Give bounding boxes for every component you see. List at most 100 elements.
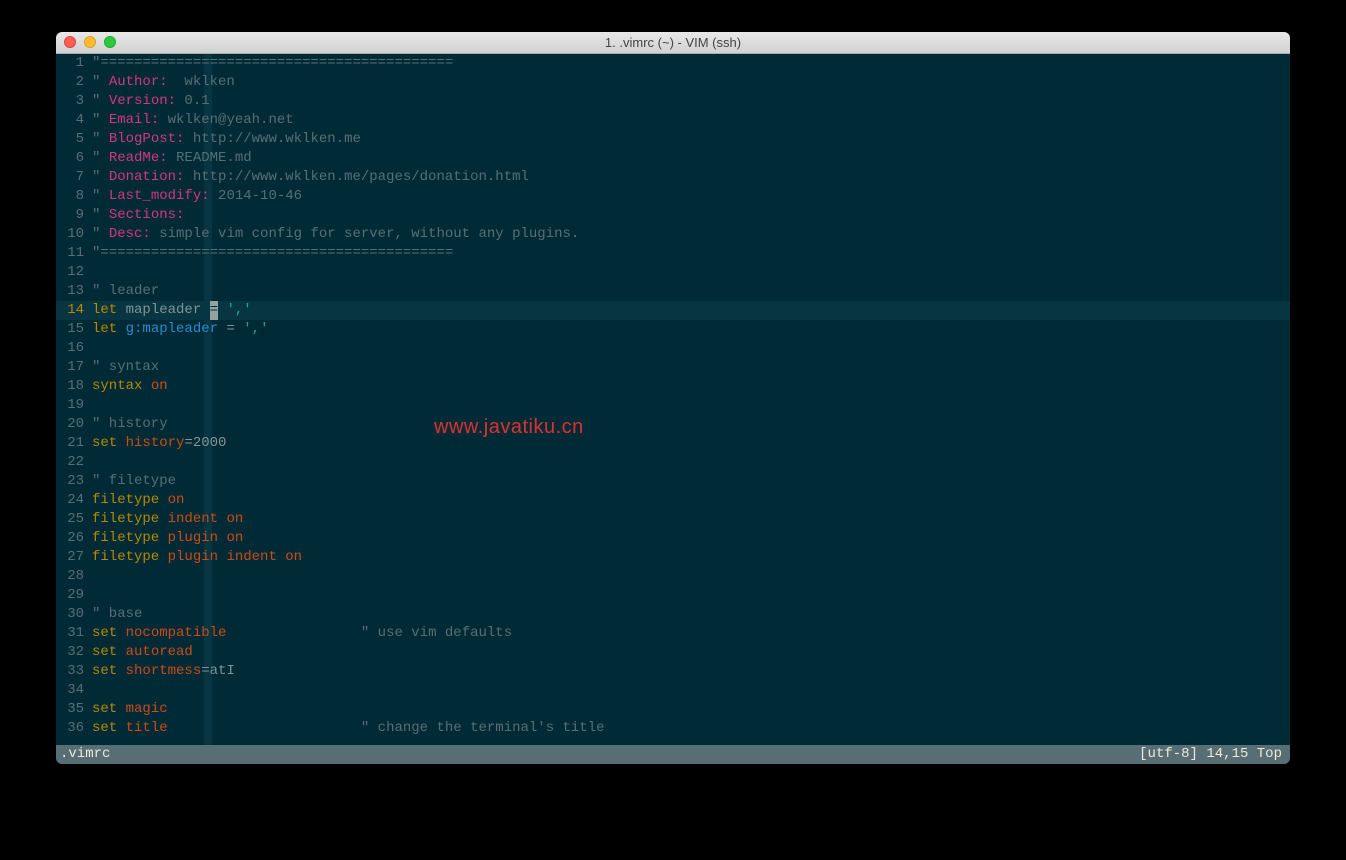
code-line[interactable]: 11"=====================================… bbox=[56, 244, 1290, 263]
code-line[interactable]: 6" ReadMe: README.md bbox=[56, 149, 1290, 168]
code-content: filetype plugin on bbox=[88, 529, 243, 548]
line-number: 29 bbox=[56, 586, 88, 605]
code-line[interactable]: 17" syntax bbox=[56, 358, 1290, 377]
code-content: set magic bbox=[88, 700, 168, 719]
close-icon[interactable] bbox=[64, 36, 76, 48]
code-line[interactable]: 25filetype indent on bbox=[56, 510, 1290, 529]
code-line[interactable]: 23" filetype bbox=[56, 472, 1290, 491]
code-line[interactable]: 12 bbox=[56, 263, 1290, 282]
code-content: " syntax bbox=[88, 358, 159, 377]
line-number: 18 bbox=[56, 377, 88, 396]
line-number: 9 bbox=[56, 206, 88, 225]
code-content: " Sections: bbox=[88, 206, 184, 225]
line-number: 20 bbox=[56, 415, 88, 434]
line-number: 28 bbox=[56, 567, 88, 586]
line-number: 27 bbox=[56, 548, 88, 567]
code-line[interactable]: 35set magic bbox=[56, 700, 1290, 719]
line-number: 11 bbox=[56, 244, 88, 263]
line-number: 6 bbox=[56, 149, 88, 168]
titlebar: 1. .vimrc (~) - VIM (ssh) bbox=[56, 32, 1290, 54]
terminal-window: 1. .vimrc (~) - VIM (ssh) 1"============… bbox=[56, 32, 1290, 764]
code-content: set shortmess=atI bbox=[88, 662, 235, 681]
status-filename: .vimrc bbox=[60, 745, 1139, 764]
minimize-icon[interactable] bbox=[84, 36, 96, 48]
line-number: 16 bbox=[56, 339, 88, 358]
code-line[interactable]: 1"======================================… bbox=[56, 54, 1290, 73]
code-content: filetype on bbox=[88, 491, 184, 510]
code-content: "=======================================… bbox=[88, 244, 453, 263]
code-line[interactable]: 13" leader bbox=[56, 282, 1290, 301]
code-content bbox=[88, 567, 92, 586]
code-content: " Donation: http://www.wklken.me/pages/d… bbox=[88, 168, 529, 187]
code-content: syntax on bbox=[88, 377, 168, 396]
code-content: " base bbox=[88, 605, 142, 624]
statusline: .vimrc [utf-8] 14,15 Top bbox=[56, 745, 1290, 764]
code-line[interactable]: 4" Email: wklken@yeah.net bbox=[56, 111, 1290, 130]
code-line[interactable]: 27filetype plugin indent on bbox=[56, 548, 1290, 567]
code-line[interactable]: 24filetype on bbox=[56, 491, 1290, 510]
code-line[interactable]: 36set title " change the terminal's titl… bbox=[56, 719, 1290, 738]
code-line[interactable]: 3" Version: 0.1 bbox=[56, 92, 1290, 111]
line-number: 34 bbox=[56, 681, 88, 700]
status-encoding: [utf-8] bbox=[1139, 746, 1198, 762]
line-number: 8 bbox=[56, 187, 88, 206]
code-content: " ReadMe: README.md bbox=[88, 149, 252, 168]
code-content: " history bbox=[88, 415, 168, 434]
code-content bbox=[88, 396, 92, 415]
code-line[interactable]: 30" base bbox=[56, 605, 1290, 624]
code-line[interactable]: 33set shortmess=atI bbox=[56, 662, 1290, 681]
line-number: 1 bbox=[56, 54, 88, 73]
code-line[interactable]: 28 bbox=[56, 567, 1290, 586]
status-position: 14,15 bbox=[1206, 746, 1248, 762]
code-line[interactable]: 10" Desc: simple vim config for server, … bbox=[56, 225, 1290, 244]
code-content: filetype plugin indent on bbox=[88, 548, 302, 567]
status-scroll: Top bbox=[1257, 746, 1282, 762]
line-number: 33 bbox=[56, 662, 88, 681]
line-number: 4 bbox=[56, 111, 88, 130]
line-number: 26 bbox=[56, 529, 88, 548]
code-line[interactable]: 18syntax on bbox=[56, 377, 1290, 396]
code-line[interactable]: 20" history bbox=[56, 415, 1290, 434]
line-number: 13 bbox=[56, 282, 88, 301]
code-content: " BlogPost: http://www.wklken.me bbox=[88, 130, 361, 149]
status-right: [utf-8] 14,15 Top bbox=[1139, 745, 1286, 764]
line-number: 14 bbox=[56, 301, 88, 320]
code-line[interactable]: 21set history=2000 bbox=[56, 434, 1290, 453]
code-line[interactable]: 15let g:mapleader = ',' bbox=[56, 320, 1290, 339]
code-content: set autoread bbox=[88, 643, 193, 662]
line-number: 31 bbox=[56, 624, 88, 643]
code-content: let g:mapleader = ',' bbox=[88, 320, 268, 339]
code-line[interactable]: 34 bbox=[56, 681, 1290, 700]
code-content: set title " change the terminal's title bbox=[88, 719, 605, 738]
line-number: 32 bbox=[56, 643, 88, 662]
code-content: " Desc: simple vim config for server, wi… bbox=[88, 225, 579, 244]
code-content bbox=[88, 586, 92, 605]
code-content: " Author: wklken bbox=[88, 73, 235, 92]
zoom-icon[interactable] bbox=[104, 36, 116, 48]
line-number: 15 bbox=[56, 320, 88, 339]
code-line[interactable]: 26filetype plugin on bbox=[56, 529, 1290, 548]
line-number: 25 bbox=[56, 510, 88, 529]
editor-area[interactable]: 1"======================================… bbox=[56, 54, 1290, 745]
line-number: 5 bbox=[56, 130, 88, 149]
code-content: set history=2000 bbox=[88, 434, 226, 453]
code-line[interactable]: 9" Sections: bbox=[56, 206, 1290, 225]
code-line[interactable]: 31set nocompatible " use vim defaults bbox=[56, 624, 1290, 643]
code-line[interactable]: 14let mapleader = ',' bbox=[56, 301, 1290, 320]
code-line[interactable]: 7" Donation: http://www.wklken.me/pages/… bbox=[56, 168, 1290, 187]
code-line[interactable]: 29 bbox=[56, 586, 1290, 605]
code-line[interactable]: 32set autoread bbox=[56, 643, 1290, 662]
code-line[interactable]: 8" Last_modify: 2014-10-46 bbox=[56, 187, 1290, 206]
code-line[interactable]: 19 bbox=[56, 396, 1290, 415]
code-line[interactable]: 5" BlogPost: http://www.wklken.me bbox=[56, 130, 1290, 149]
code-content: "=======================================… bbox=[88, 54, 453, 73]
line-number: 21 bbox=[56, 434, 88, 453]
code-line[interactable]: 16 bbox=[56, 339, 1290, 358]
line-number: 2 bbox=[56, 73, 88, 92]
code-content bbox=[88, 339, 92, 358]
code-content bbox=[88, 453, 92, 472]
code-line[interactable]: 22 bbox=[56, 453, 1290, 472]
window-title: 1. .vimrc (~) - VIM (ssh) bbox=[56, 35, 1290, 50]
code-line[interactable]: 2" Author: wklken bbox=[56, 73, 1290, 92]
line-number: 17 bbox=[56, 358, 88, 377]
